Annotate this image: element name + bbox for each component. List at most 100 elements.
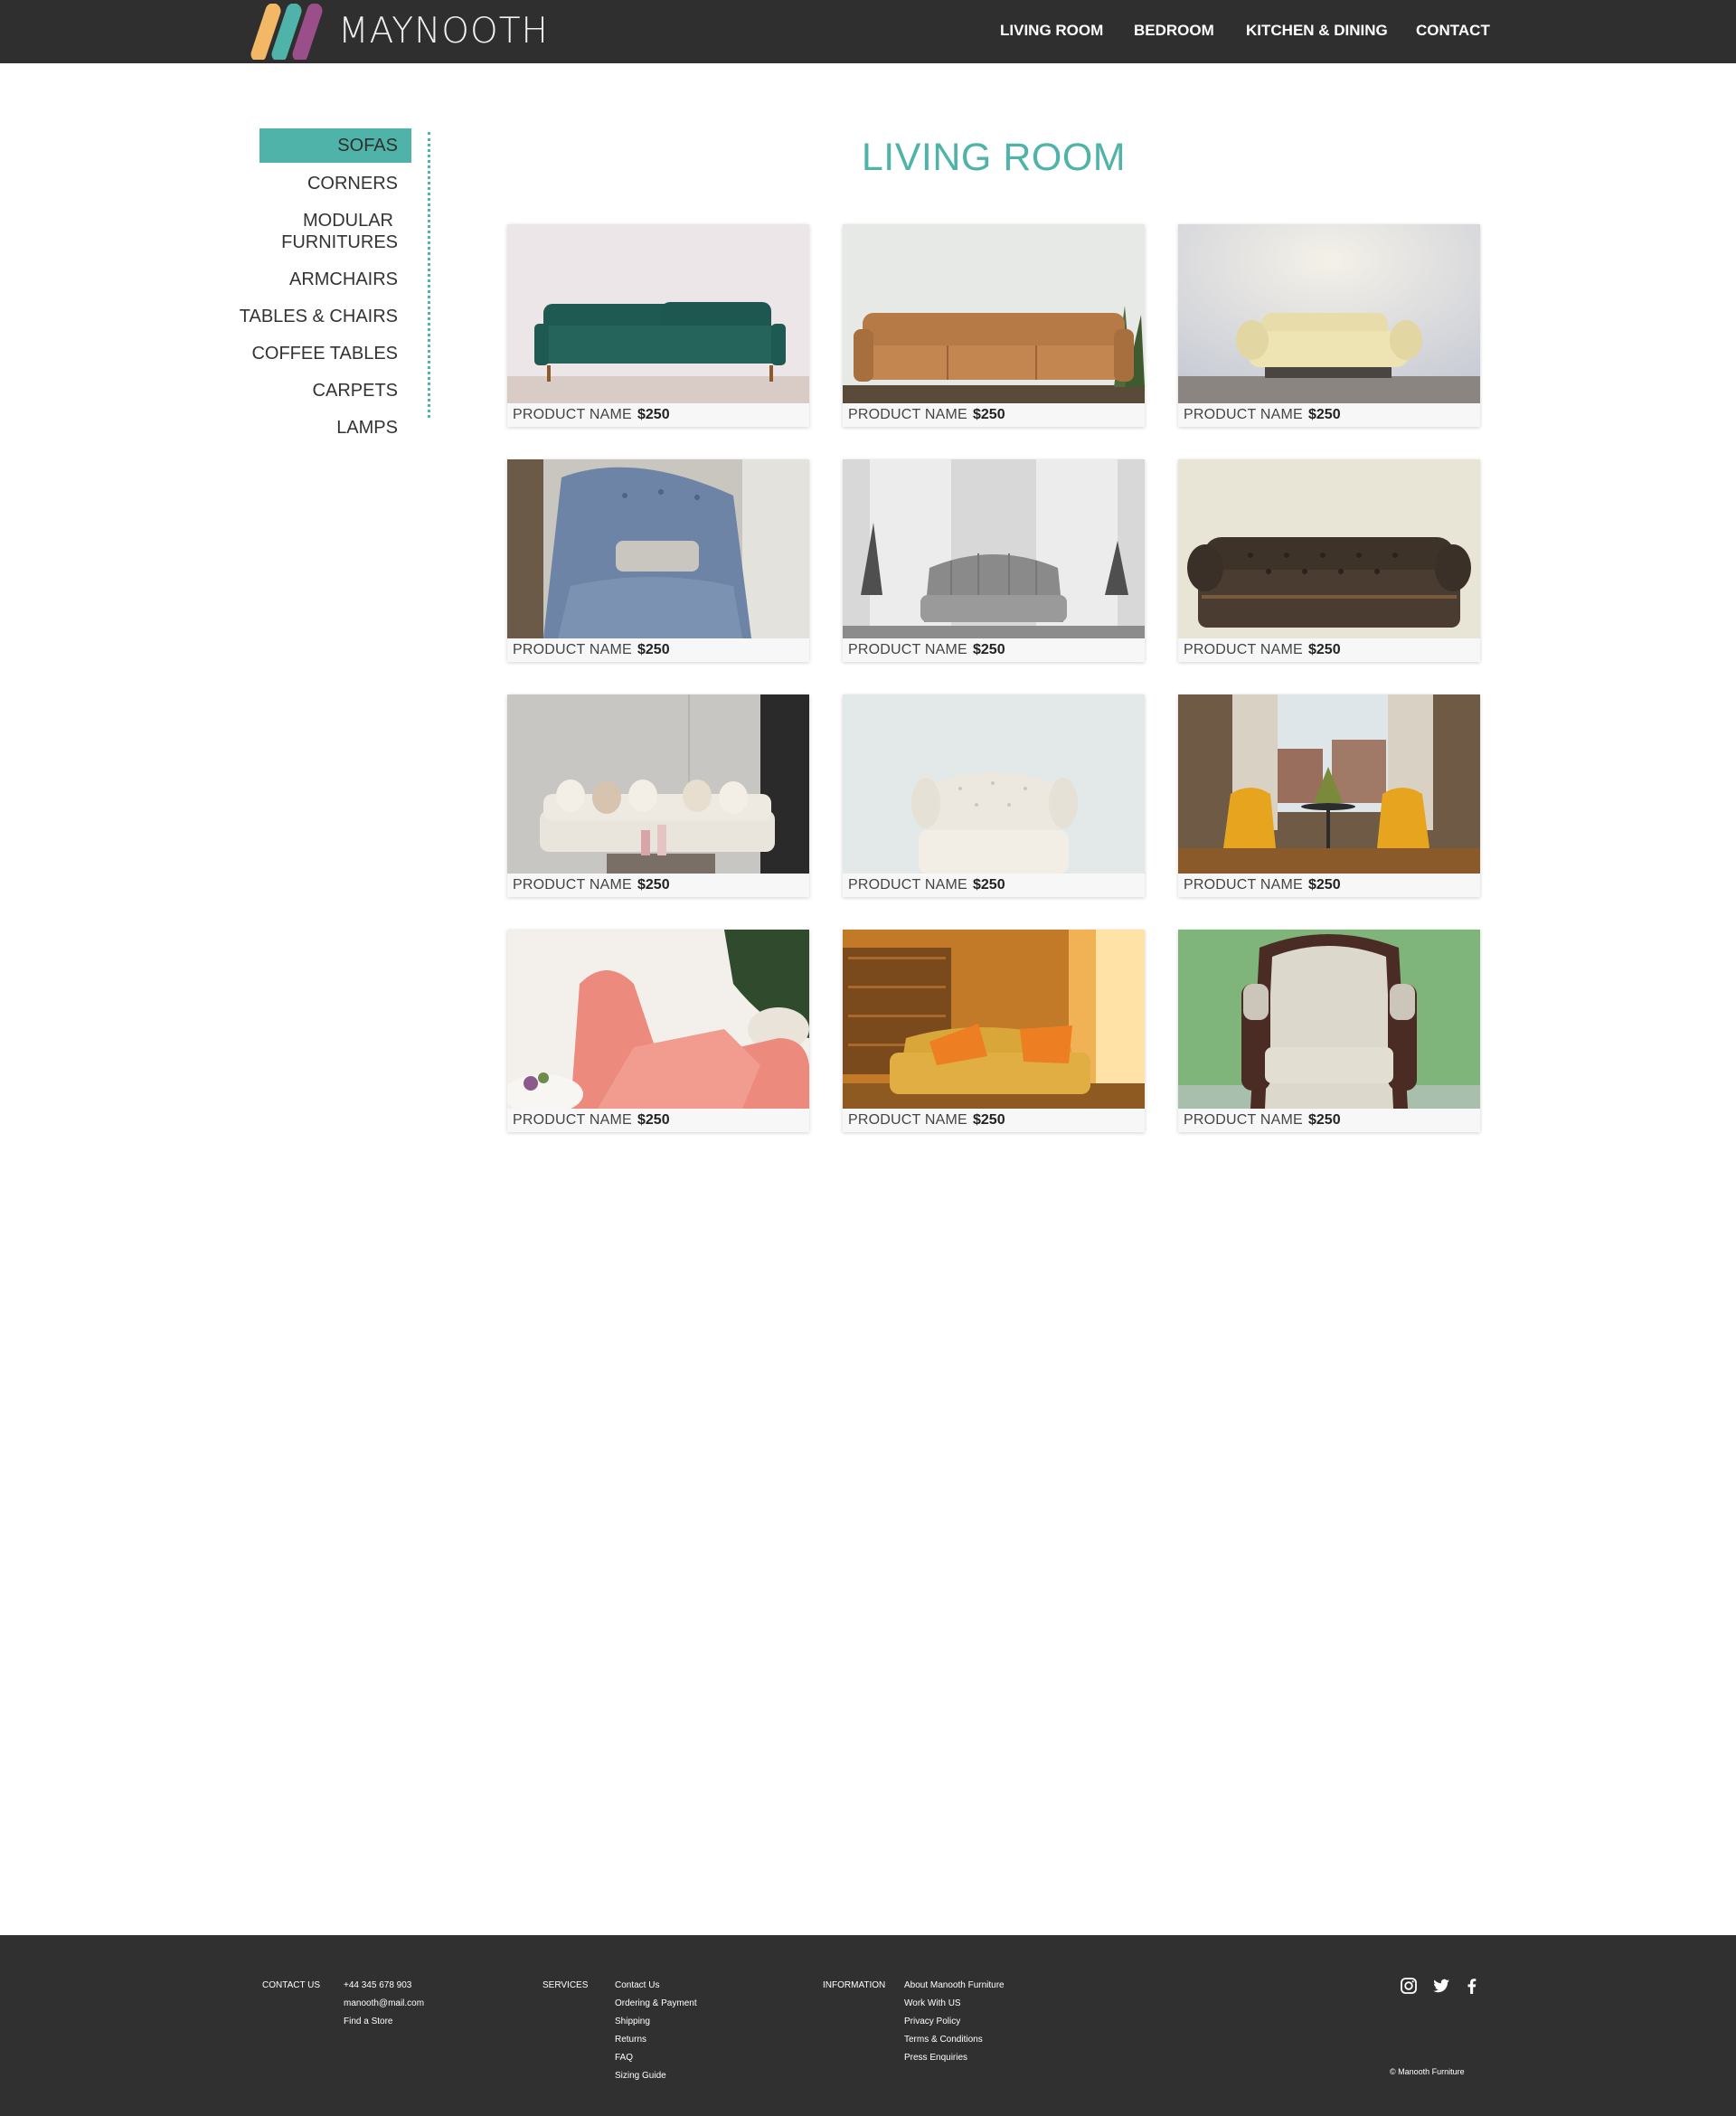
product-price: $250 [637, 642, 670, 657]
product-caption: PRODUCT NAME $250 [1178, 874, 1480, 897]
product-name: PRODUCT NAME [848, 877, 967, 893]
product-image[interactable] [507, 224, 809, 403]
sidebar-item-tables-chairs[interactable]: TABLES & CHAIRS [240, 306, 398, 327]
product-card[interactable]: PRODUCT NAME $250 [1178, 224, 1480, 427]
product-image[interactable] [843, 459, 1145, 638]
footer-services-heading: SERVICES [542, 1980, 589, 1990]
twitter-icon[interactable] [1432, 1977, 1450, 1995]
product-caption: PRODUCT NAME $250 [843, 1109, 1145, 1132]
product-image[interactable] [843, 930, 1145, 1109]
nav-bedroom[interactable]: BEDROOM [1134, 22, 1214, 42]
product-price: $250 [637, 1112, 670, 1128]
sidebar-item-coffee-tables[interactable]: COFFEE TABLES [251, 343, 398, 364]
product-name: PRODUCT NAME [1184, 877, 1303, 893]
sidebar-item-lamps[interactable]: LAMPS [336, 417, 398, 439]
product-caption: PRODUCT NAME $250 [507, 403, 809, 427]
product-image[interactable] [507, 930, 809, 1109]
product-card[interactable]: PRODUCT NAME $250 [843, 930, 1145, 1132]
product-caption: PRODUCT NAME $250 [1178, 1109, 1480, 1132]
product-image[interactable] [843, 224, 1145, 403]
product-card[interactable]: PRODUCT NAME $250 [1178, 459, 1480, 662]
product-caption: PRODUCT NAME $250 [507, 874, 809, 897]
product-image[interactable] [507, 459, 809, 638]
product-caption: PRODUCT NAME $250 [843, 403, 1145, 427]
product-name: PRODUCT NAME [1184, 1112, 1303, 1128]
product-name: PRODUCT NAME [848, 407, 967, 422]
product-card[interactable]: PRODUCT NAME $250 [843, 459, 1145, 662]
brand-logo[interactable] [250, 4, 333, 60]
product-card[interactable]: PRODUCT NAME $250 [843, 694, 1145, 897]
product-image[interactable] [507, 694, 809, 874]
site-footer [0, 1935, 1736, 2116]
sidebar-item-modular[interactable]: MODULAR [303, 210, 393, 231]
product-price: $250 [973, 877, 1005, 893]
footer-phone[interactable]: +44 345 678 903 [344, 1980, 411, 1991]
footer-link-privacy-policy[interactable]: Privacy Policy [904, 2017, 960, 2027]
footer-link-shipping[interactable]: Shipping [615, 2017, 650, 2027]
product-caption: PRODUCT NAME $250 [1178, 403, 1480, 427]
product-image[interactable] [843, 694, 1145, 874]
product-caption: PRODUCT NAME $250 [507, 638, 809, 662]
footer-link-sizing-guide[interactable]: Sizing Guide [615, 2071, 666, 2082]
sidebar-item-corners[interactable]: CORNERS [307, 173, 398, 194]
footer-link-about[interactable]: About Manooth Furniture [904, 1980, 1005, 1991]
product-price: $250 [637, 407, 670, 422]
product-name: PRODUCT NAME [513, 642, 632, 657]
product-caption: PRODUCT NAME $250 [507, 1109, 809, 1132]
instagram-icon[interactable] [1400, 1977, 1418, 1995]
product-image[interactable] [1178, 224, 1480, 403]
footer-link-terms[interactable]: Terms & Conditions [904, 2035, 983, 2045]
product-image[interactable] [1178, 459, 1480, 638]
footer-link-returns[interactable]: Returns [615, 2035, 646, 2045]
product-price: $250 [1308, 407, 1341, 422]
sidebar-divider [428, 132, 430, 418]
footer-link-press[interactable]: Press Enquiries [904, 2053, 967, 2064]
product-caption: PRODUCT NAME $250 [843, 874, 1145, 897]
footer-link-work-with-us[interactable]: Work With US [904, 1998, 961, 2009]
product-name: PRODUCT NAME [513, 407, 632, 422]
footer-link-contact-us[interactable]: Contact Us [615, 1980, 659, 1991]
product-name: PRODUCT NAME [848, 1112, 967, 1128]
footer-copyright: © Manooth Furniture [1390, 2067, 1465, 2076]
product-price: $250 [973, 407, 1005, 422]
sidebar-item-label: SOFAS [337, 136, 398, 156]
footer-contact-heading: CONTACT US [262, 1980, 321, 1990]
product-name: PRODUCT NAME [848, 642, 967, 657]
footer-link-faq[interactable]: FAQ [615, 2053, 633, 2064]
product-card[interactable]: PRODUCT NAME $250 [507, 694, 809, 897]
sidebar-item-armchairs[interactable]: ARMCHAIRS [289, 269, 398, 290]
product-name: PRODUCT NAME [513, 1112, 632, 1128]
footer-information-heading: INFORMATION [823, 1980, 886, 1990]
product-card[interactable]: PRODUCT NAME $250 [507, 930, 809, 1132]
product-card[interactable]: PRODUCT NAME $250 [1178, 930, 1480, 1132]
footer-email[interactable]: manooth@mail.com [344, 1998, 424, 2009]
product-card[interactable]: PRODUCT NAME $250 [1178, 694, 1480, 897]
brand-name[interactable]: MAYNOOTH [338, 11, 549, 52]
sidebar-item-carpets[interactable]: CARPETS [313, 380, 398, 401]
sidebar-item-furnitures[interactable]: FURNITURES [281, 231, 398, 253]
product-card[interactable]: PRODUCT NAME $250 [843, 224, 1145, 427]
product-price: $250 [973, 1112, 1005, 1128]
product-name: PRODUCT NAME [513, 877, 632, 893]
product-image[interactable] [1178, 694, 1480, 874]
nav-contact[interactable]: CONTACT [1416, 22, 1490, 42]
product-price: $250 [1308, 1112, 1341, 1128]
product-card[interactable]: PRODUCT NAME $250 [507, 459, 809, 662]
product-card[interactable]: PRODUCT NAME $250 [507, 224, 809, 427]
product-name: PRODUCT NAME [1184, 642, 1303, 657]
site-header: MAYNOOTH LIVING ROOM BEDROOM KITCHEN & D… [0, 0, 1736, 63]
product-price: $250 [973, 642, 1005, 657]
product-caption: PRODUCT NAME $250 [1178, 638, 1480, 662]
footer-find-store[interactable]: Find a Store [344, 2017, 392, 2027]
nav-kitchen-dining[interactable]: KITCHEN & DINING [1246, 22, 1388, 42]
sidebar-item-sofas[interactable]: SOFAS [259, 128, 411, 163]
footer-link-ordering-payment[interactable]: Ordering & Payment [615, 1998, 697, 2009]
product-price: $250 [1308, 877, 1341, 893]
facebook-icon[interactable] [1463, 1977, 1481, 1995]
product-image[interactable] [1178, 930, 1480, 1109]
product-price: $250 [637, 877, 670, 893]
nav-living-room[interactable]: LIVING ROOM [1000, 22, 1103, 42]
product-caption: PRODUCT NAME $250 [843, 638, 1145, 662]
page-title: LIVING ROOM [861, 136, 1127, 179]
product-name: PRODUCT NAME [1184, 407, 1303, 422]
